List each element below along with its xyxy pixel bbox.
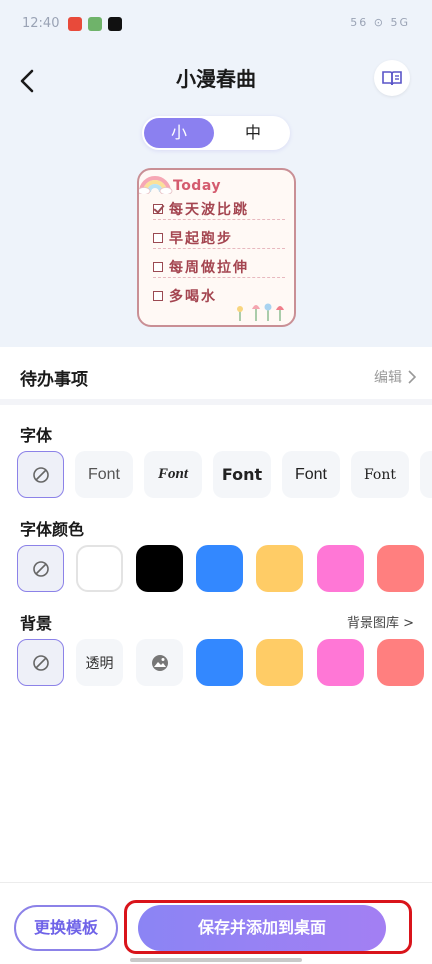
- font-option[interactable]: Font: [213, 451, 271, 498]
- size-toggle: 小 中: [142, 116, 290, 150]
- app-notification-icon: [88, 17, 102, 31]
- widget-preview: Today 每天波比跳 早起跑步 每周做拉伸 多喝水: [137, 168, 296, 327]
- background-gallery-link[interactable]: 背景图库 >: [347, 612, 414, 631]
- change-template-button[interactable]: 更换模板: [14, 905, 118, 951]
- image-icon: [151, 654, 168, 671]
- font-option[interactable]: Font: [351, 451, 409, 498]
- status-app-icons: [68, 17, 122, 31]
- size-medium-option[interactable]: 中: [218, 118, 288, 148]
- background-options: 透明: [0, 639, 432, 687]
- tiktok-icon: [108, 17, 122, 31]
- none-icon: [32, 654, 49, 671]
- font-options: Font Font Font Font Font: [0, 451, 432, 499]
- flowers-icon: [237, 303, 284, 321]
- edit-label: 编辑: [374, 370, 402, 386]
- font-option[interactable]: Font: [144, 451, 202, 498]
- font-none-option[interactable]: [17, 451, 64, 498]
- edit-todo-button[interactable]: 编辑: [374, 367, 416, 387]
- app-notification-icon: [68, 17, 82, 31]
- none-icon: [32, 466, 49, 483]
- background-color-blue[interactable]: [196, 639, 243, 686]
- preview-todo-item: 每周做拉伸: [153, 256, 285, 278]
- checkbox-icon: [153, 261, 163, 272]
- font-color-none-option[interactable]: [17, 545, 64, 592]
- book-icon: [382, 71, 402, 86]
- status-time: 12:40: [22, 16, 60, 31]
- status-indicators: 56 ⊙ 5G: [350, 16, 410, 29]
- font-option-partial[interactable]: [420, 451, 432, 498]
- font-color-white[interactable]: [76, 545, 123, 592]
- preview-todo-item: 每天波比跳: [153, 198, 285, 220]
- background-color-coral[interactable]: [377, 639, 424, 686]
- background-none-option[interactable]: [17, 639, 64, 686]
- guide-button[interactable]: [374, 60, 410, 96]
- preview-heading: Today: [173, 178, 221, 194]
- chevron-right-icon: [408, 370, 416, 384]
- preview-todo-item: 早起跑步: [153, 227, 285, 249]
- background-color-pink[interactable]: [317, 639, 364, 686]
- font-color-black[interactable]: [136, 545, 183, 592]
- font-row-title: 字体: [20, 426, 53, 445]
- background-color-yellow[interactable]: [256, 639, 303, 686]
- font-color-pink[interactable]: [317, 545, 364, 592]
- font-color-row-title: 字体颜色: [20, 520, 85, 539]
- todo-label: 待办事项: [20, 370, 88, 390]
- checkbox-checked-icon: [153, 203, 163, 214]
- rainbow-icon: [139, 176, 173, 194]
- font-color-blue[interactable]: [196, 545, 243, 592]
- background-image-option[interactable]: [136, 639, 183, 686]
- preview-area: 12:40 56 ⊙ 5G 小漫春曲 小 中 Today 每天波比跳 早起跑步 …: [0, 0, 432, 347]
- home-indicator: [130, 958, 302, 962]
- page-title: 小漫春曲: [176, 67, 256, 91]
- background-transparent-option[interactable]: 透明: [76, 639, 123, 686]
- checkbox-icon: [153, 232, 163, 243]
- none-icon: [32, 560, 49, 577]
- annotation-highlight: [124, 900, 412, 954]
- font-color-yellow[interactable]: [256, 545, 303, 592]
- background-row-title: 背景: [20, 614, 53, 633]
- font-option[interactable]: Font: [282, 451, 340, 498]
- checkbox-icon: [153, 291, 163, 301]
- size-small-option[interactable]: 小: [144, 118, 214, 148]
- font-color-coral[interactable]: [377, 545, 424, 592]
- todo-section: 待办事项 编辑: [0, 347, 432, 405]
- font-color-options: [0, 545, 432, 593]
- status-bar: 12:40 56 ⊙ 5G: [0, 12, 432, 38]
- font-option[interactable]: Font: [75, 451, 133, 498]
